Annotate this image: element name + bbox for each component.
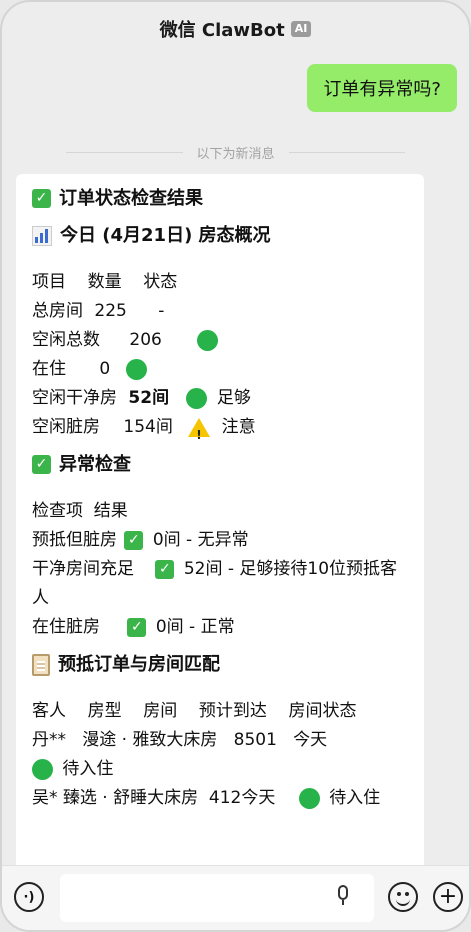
green-circle-icon <box>298 787 320 809</box>
row-text: 丹** 漫途 · 雅致大床房 8501 今天 <box>32 730 328 750</box>
user-message-bubble[interactable]: 订单有异常吗? <box>307 64 457 112</box>
microphone-icon[interactable] <box>337 885 349 909</box>
user-message-text: 订单有异常吗? <box>323 79 441 100</box>
warning-icon: ! <box>188 417 211 442</box>
bot-message-card[interactable]: ✓ 订单状态检查结果 今日 (4月21日) 房态概况 项目 数量 状态 总房间 … <box>16 174 424 874</box>
overview-row: 总房间 225 - <box>32 297 410 326</box>
row-status: 待入住 <box>62 759 114 779</box>
row-status: 足够 <box>216 388 251 408</box>
row-name: 空闲脏房 <box>32 417 100 437</box>
overview-row: 空闲干净房 52间 足够 <box>32 384 410 413</box>
row-name: 总房间 <box>32 301 83 321</box>
row-value: 0 <box>99 359 111 379</box>
match-heading-text: 预抵订单与房间匹配 <box>58 654 220 675</box>
row-value: 225 <box>94 301 127 321</box>
match-row: 丹** 漫途 · 雅致大床房 8501 今天 待入住 <box>32 726 410 784</box>
sound-wave-icon: ·) <box>23 889 35 905</box>
check-mark-icon: ✓ <box>32 189 51 208</box>
chat-title: 微信 ClawBot <box>159 20 285 41</box>
report-title: ✓ 订单状态检查结果 <box>32 184 410 213</box>
row-status: 注意 <box>221 417 256 437</box>
overview-heading: 今日 (4月21日) 房态概况 <box>32 221 410 250</box>
green-circle-icon <box>125 358 147 380</box>
overview-row: 空闲总数 206 <box>32 326 410 355</box>
new-messages-divider: 以下为新消息 <box>52 142 419 162</box>
check-mark-icon: ✓ <box>124 530 144 550</box>
row-name: 干净房间充足 <box>32 559 134 579</box>
row-name: 在住 <box>32 359 66 379</box>
green-circle-icon <box>32 758 53 780</box>
row-value: 206 <box>129 330 162 350</box>
row-name: 预抵但脏房 <box>32 530 117 550</box>
row-status: - <box>158 301 165 321</box>
row-status: 待入住 <box>329 788 381 808</box>
check-mark-icon: ✓ <box>127 617 147 637</box>
anomaly-columns: 检查项 结果 <box>32 501 128 521</box>
check-mark-icon: ✓ <box>32 455 51 474</box>
clipboard-icon <box>32 653 50 676</box>
row-result: 0间 - 正常 <box>155 617 235 637</box>
row-value: 154间 <box>123 417 173 437</box>
ai-badge: AI <box>290 21 312 37</box>
anomaly-row: 干净房间充足 ✓ 52间 - 足够接待10位预抵客人 <box>32 555 410 613</box>
match-heading: 预抵订单与房间匹配 <box>32 650 410 679</box>
chat-header: 微信 ClawBot AI <box>2 2 469 56</box>
row-name: 在住脏房 <box>32 617 100 637</box>
overview-row: 空闲脏房 154间 ! 注意 <box>32 413 410 442</box>
plus-button[interactable]: + <box>433 882 463 912</box>
overview-columns: 项目 数量 状态 <box>32 272 178 292</box>
anomaly-row: 在住脏房 ✓ 0间 - 正常 <box>32 613 410 642</box>
report-title-text: 订单状态检查结果 <box>59 188 203 209</box>
match-columns: 客人 房型 房间 预计到达 房间状态 <box>32 701 357 721</box>
emoji-button[interactable] <box>388 882 418 912</box>
row-result: 0间 - 无异常 <box>152 530 249 550</box>
row-name: 空闲总数 <box>32 330 100 350</box>
bar-chart-icon <box>32 225 52 246</box>
overview-row: 在住 0 <box>32 355 410 384</box>
anomaly-heading: ✓ 异常检查 <box>32 450 410 479</box>
green-circle-icon <box>197 329 219 351</box>
divider-label: 以下为新消息 <box>196 146 275 162</box>
match-row: 吴* 臻选 · 舒睡大床房 412今天 待入住 <box>32 784 410 813</box>
overview-heading-text: 今日 (4月21日) 房态概况 <box>60 225 271 246</box>
row-value: 52间 <box>128 388 170 408</box>
row-text: 吴* 臻选 · 舒睡大床房 412今天 <box>32 788 276 808</box>
anomaly-heading-text: 异常检查 <box>59 454 131 475</box>
check-mark-icon: ✓ <box>155 559 175 579</box>
green-circle-icon <box>186 387 208 409</box>
phone-frame: 微信 ClawBot AI 订单有异常吗? 以下为新消息 ✓ 订单状态检查结果 … <box>0 0 471 932</box>
input-toolbar: ·) + <box>2 865 469 930</box>
row-name: 空闲干净房 <box>32 388 117 408</box>
message-input[interactable] <box>60 874 374 922</box>
voice-mode-button[interactable]: ·) <box>14 882 44 912</box>
anomaly-row: 预抵但脏房 ✓ 0间 - 无异常 <box>32 526 410 555</box>
